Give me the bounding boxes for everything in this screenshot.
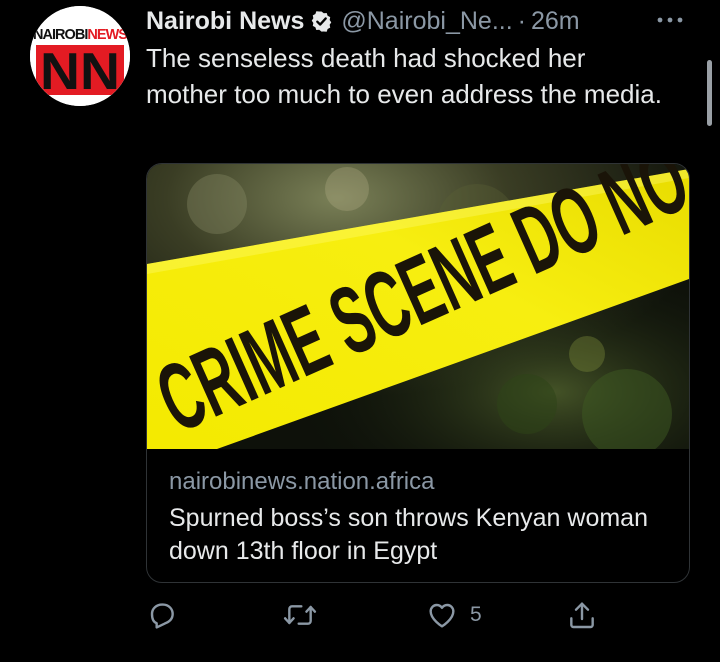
tweet-timestamp[interactable]: 26m bbox=[531, 7, 580, 36]
author-handle[interactable]: @Nairobi_Ne... bbox=[341, 7, 512, 36]
reply-button[interactable] bbox=[146, 598, 178, 632]
svg-text:NAIROBINEWS: NAIROBINEWS bbox=[33, 26, 128, 43]
verified-badge-icon bbox=[312, 10, 332, 32]
crime-scene-tape-photo: CRIME SCENE DO NOT bbox=[147, 164, 689, 449]
tweet-header: Nairobi News @Nairobi_Ne... · 26m bbox=[146, 4, 580, 38]
retweet-icon bbox=[283, 605, 317, 625]
avatar[interactable]: NAIROBINEWS NN bbox=[30, 6, 130, 106]
tweet-actions: 5 bbox=[146, 598, 606, 632]
like-button[interactable]: 5 bbox=[426, 598, 482, 632]
share-icon bbox=[570, 602, 594, 629]
ellipsis-icon[interactable] bbox=[654, 10, 686, 30]
separator-dot: · bbox=[517, 6, 526, 35]
avatar-monogram: NN bbox=[40, 43, 120, 101]
card-domain[interactable]: nairobinews.nation.africa bbox=[169, 468, 435, 496]
link-card[interactable]: CRIME SCENE DO NOT nairobinews.nation.af… bbox=[146, 163, 690, 583]
heart-icon bbox=[429, 603, 455, 628]
reply-icon bbox=[150, 603, 174, 629]
card-image[interactable]: CRIME SCENE DO NOT bbox=[147, 164, 689, 449]
share-button[interactable] bbox=[566, 598, 598, 632]
card-title[interactable]: Spurned boss’s son throws Kenyan woman d… bbox=[169, 502, 669, 568]
scrollbar-thumb[interactable] bbox=[707, 60, 712, 126]
tweet-text: The senseless death had shocked her moth… bbox=[146, 43, 662, 109]
nairobi-news-logo: NAIROBINEWS NN bbox=[30, 6, 130, 106]
author-name[interactable]: Nairobi News bbox=[146, 7, 304, 36]
like-count: 5 bbox=[470, 603, 482, 626]
retweet-button[interactable] bbox=[282, 598, 318, 632]
